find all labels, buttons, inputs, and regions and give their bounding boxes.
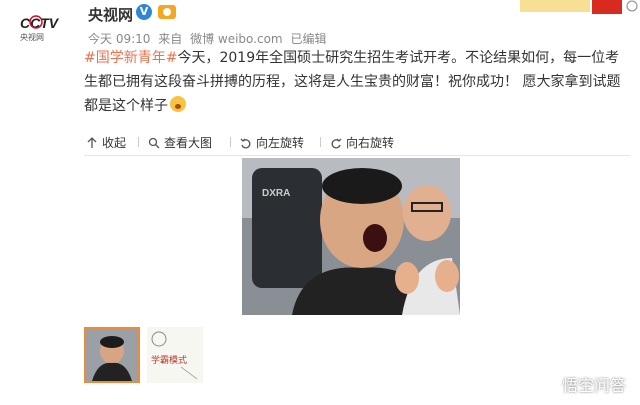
view-large-button[interactable]: 查看大图 [148, 134, 212, 151]
collapse-icon [87, 136, 97, 148]
rotate-right-icon [331, 138, 342, 148]
festival-banner [510, 0, 640, 16]
post-source[interactable]: 微博 weibo.com [190, 32, 283, 46]
wukong-watermark: 悟空问答 [534, 372, 626, 396]
rotate-right-button[interactable]: 向右旋转 [330, 134, 394, 151]
edited-label[interactable]: 已编辑 [290, 32, 326, 46]
post-body: #国学新青年#今天，2019年全国硕士研究生招生考试开考。不论结果如何，每一位考… [84, 46, 630, 118]
wukong-logo-icon [535, 374, 555, 394]
rotate-left-button[interactable]: 向左旋转 [240, 134, 304, 151]
image-toolbar: 收起 查看大图 向左旋转 向右旋转 [84, 128, 630, 154]
thumbnail-2-text: 学霸模式 [151, 354, 187, 366]
toolbar-divider-line [84, 155, 630, 156]
from-label: 来自 [158, 32, 183, 46]
toolbar-divider [320, 137, 321, 147]
cctv-logo-subtext: 央视网 [20, 32, 44, 42]
toolbar-divider [138, 137, 139, 147]
thumbnail-2[interactable]: 学霸模式 [147, 327, 203, 383]
hashtag-link[interactable]: #国学新青年# [84, 50, 177, 66]
surprised-emoji-icon [170, 96, 186, 112]
toolbar-divider [230, 137, 231, 147]
watermark-text: 悟空问答 [561, 376, 626, 395]
post-time[interactable]: 今天 09:10 [88, 32, 150, 46]
member-badge-icon[interactable] [158, 4, 176, 20]
post-meta: 今天 09:10 来自 微博 weibo.com 已编辑 [88, 30, 330, 47]
rotate-right-label: 向右旋转 [346, 136, 395, 150]
rotate-left-label: 向左旋转 [256, 136, 305, 150]
main-post-image[interactable]: DXRA [242, 158, 460, 315]
rotate-left-icon [240, 138, 251, 148]
collapse-button[interactable]: 收起 [86, 134, 126, 151]
author-name[interactable]: 央视网 [88, 4, 133, 25]
collapse-label: 收起 [102, 136, 127, 150]
thumbnail-selected[interactable] [84, 327, 140, 383]
author-avatar[interactable]: CCTV 央视网 [20, 12, 70, 42]
view-large-label: 查看大图 [164, 136, 213, 150]
svg-text:DXRA: DXRA [262, 188, 290, 199]
verified-icon: V [136, 4, 152, 20]
magnifier-icon [148, 137, 160, 148]
